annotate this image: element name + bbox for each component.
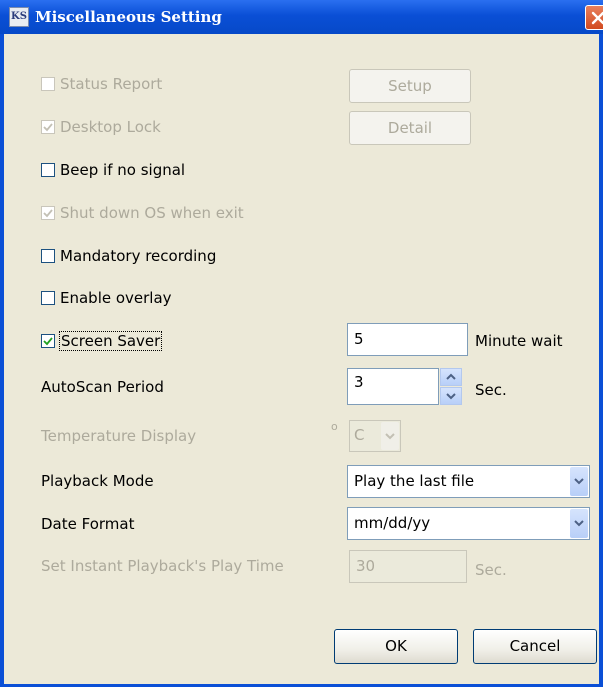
detail-button[interactable]: Detail: [349, 111, 471, 145]
ok-button[interactable]: OK: [334, 629, 458, 664]
date-format-dropdown-arrow[interactable]: [570, 509, 588, 538]
chevron-down-icon: [385, 433, 395, 440]
setup-button[interactable]: Setup: [349, 69, 471, 103]
temperature-unit-value: C: [354, 426, 365, 444]
checkmark-icon: [43, 123, 53, 132]
screen-saver-checkbox[interactable]: [41, 334, 55, 348]
enable-overlay-checkbox[interactable]: [41, 291, 55, 305]
beep-if-no-signal-checkbox[interactable]: [41, 163, 55, 177]
autoscan-period-label: AutoScan Period: [41, 378, 164, 396]
cancel-button[interactable]: Cancel: [473, 629, 597, 664]
playback-mode-dropdown-arrow[interactable]: [570, 467, 588, 496]
status-report-checkbox[interactable]: [41, 77, 55, 91]
shut-down-os-label: Shut down OS when exit: [60, 204, 244, 222]
window-title: Miscellaneous Setting: [35, 8, 222, 26]
date-format-label: Date Format: [41, 515, 135, 533]
autoscan-spin-down[interactable]: [440, 387, 462, 405]
title-bar[interactable]: KS Miscellaneous Setting: [0, 0, 603, 34]
autoscan-spin-up[interactable]: [440, 368, 462, 386]
screen-saver-minutes-input[interactable]: 5: [347, 323, 468, 356]
chevron-up-icon: [446, 373, 456, 380]
beep-if-no-signal-label: Beep if no signal: [60, 161, 186, 179]
screen-saver-label: Screen Saver: [58, 331, 163, 351]
date-format-value: mm/dd/yy: [354, 514, 431, 532]
shut-down-os-checkbox[interactable]: [41, 206, 55, 220]
playback-mode-value: Play the last file: [354, 472, 475, 490]
checkmark-icon: [43, 209, 53, 218]
close-button[interactable]: [585, 5, 603, 30]
temperature-display-label: Temperature Display: [41, 427, 197, 445]
temperature-unit-select[interactable]: C: [349, 420, 401, 452]
instant-playback-input[interactable]: 30: [349, 550, 467, 583]
autoscan-period-input[interactable]: 3: [347, 368, 439, 405]
autoscan-unit-label: Sec.: [475, 381, 507, 399]
checkmark-icon: [43, 337, 53, 346]
app-icon: KS: [9, 7, 29, 27]
minute-wait-label: Minute wait: [475, 332, 563, 350]
enable-overlay-label: Enable overlay: [60, 289, 172, 307]
degree-symbol: o: [331, 420, 338, 433]
desktop-lock-label: Desktop Lock: [60, 118, 161, 136]
chevron-down-icon: [446, 393, 456, 400]
instant-playback-unit-label: Sec.: [475, 561, 507, 579]
desktop-lock-checkbox[interactable]: [41, 120, 55, 134]
instant-playback-label: Set Instant Playback's Play Time: [41, 557, 284, 575]
miscellaneous-setting-dialog: KS Miscellaneous Setting Status Report S…: [0, 0, 603, 687]
mandatory-recording-label: Mandatory recording: [60, 247, 217, 265]
chevron-down-icon: [574, 478, 584, 485]
mandatory-recording-checkbox[interactable]: [41, 249, 55, 263]
temperature-dropdown-arrow[interactable]: [381, 422, 399, 450]
chevron-down-icon: [574, 520, 584, 527]
date-format-select[interactable]: mm/dd/yy: [347, 507, 590, 540]
playback-mode-select[interactable]: Play the last file: [347, 465, 590, 498]
status-report-label: Status Report: [60, 75, 163, 93]
playback-mode-label: Playback Mode: [41, 472, 154, 490]
